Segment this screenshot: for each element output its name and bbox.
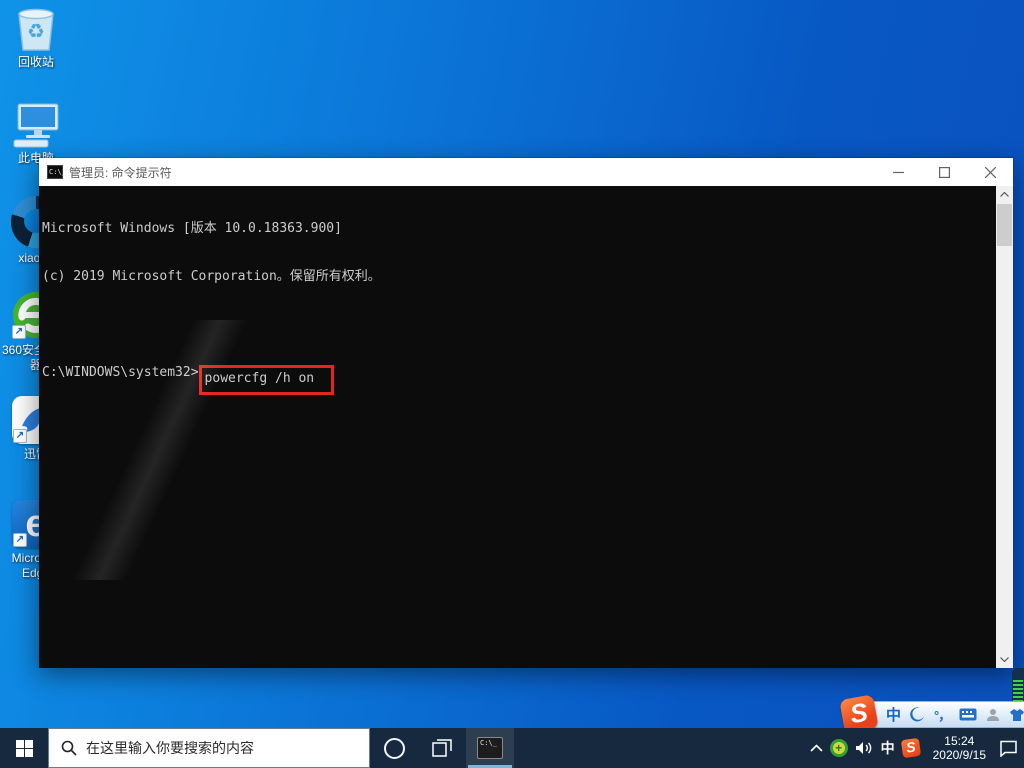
cmd-taskbar-icon: C:\_ [477, 737, 503, 759]
svg-text:♻: ♻ [27, 21, 45, 43]
ime-chinese-mode-button[interactable]: 中 [886, 704, 901, 725]
window-title: 管理员: 命令提示符 [69, 164, 172, 181]
recycle-bin-icon: ♻ [14, 4, 58, 52]
cortana-button[interactable] [370, 728, 418, 768]
sogou-input-toolbar: S 中 °， [845, 701, 1024, 728]
console-line: (c) 2019 Microsoft Corporation。保留所有权利。 [42, 269, 996, 285]
search-placeholder: 在这里输入你要搜索的内容 [86, 738, 254, 758]
minimize-button[interactable] [875, 158, 921, 186]
scroll-down-icon[interactable] [996, 651, 1013, 668]
taskbar-search-input[interactable]: 在这里输入你要搜索的内容 [48, 728, 370, 768]
shortcut-arrow-icon: ↗ [13, 533, 27, 547]
windows-logo-icon [16, 740, 33, 757]
search-icon [61, 740, 77, 756]
punctuation-mode-button[interactable]: °， [934, 705, 950, 724]
tray-time: 15:24 [933, 734, 986, 748]
console-prompt-line: C:\WINDOWS\system32>powercfg /h on [42, 365, 996, 381]
console-blank-line [42, 317, 996, 333]
tray-sogou-icon[interactable]: S [900, 738, 920, 758]
shortcut-arrow-icon: ↗ [12, 325, 26, 339]
system-tray: + 中 S 15:24 2020/9/15 [810, 728, 1024, 768]
volume-icon[interactable] [855, 740, 874, 756]
task-view-button[interactable] [418, 728, 466, 768]
tray-chevron-up-icon[interactable] [810, 744, 823, 752]
tray-date: 2020/9/15 [933, 748, 986, 762]
cmd-window: C:\_ 管理员: 命令提示符 Microsoft Windows [版本 10… [38, 157, 1014, 667]
shortcut-arrow-icon: ↗ [13, 429, 27, 443]
cortana-icon [384, 738, 405, 759]
close-button[interactable] [967, 158, 1013, 186]
task-view-icon [432, 739, 452, 757]
vertical-scrollbar[interactable] [996, 186, 1013, 668]
this-pc-icon [10, 102, 62, 148]
skin-shirt-icon[interactable] [1009, 708, 1024, 722]
maximize-button[interactable] [921, 158, 967, 186]
desktop-icon-recycle-bin[interactable]: ♻ 回收站 [0, 4, 72, 70]
console-line: Microsoft Windows [版本 10.0.18363.900] [42, 221, 996, 237]
scroll-up-icon[interactable] [996, 186, 1013, 203]
cmd-app-icon: C:\_ [47, 165, 63, 179]
taskbar-cmd-button[interactable]: C:\_ [466, 728, 514, 768]
action-center-icon[interactable] [999, 740, 1018, 757]
console-prompt: C:\WINDOWS\system32> [42, 365, 199, 380]
start-button[interactable] [0, 728, 48, 768]
tray-ime-indicator[interactable]: 中 [881, 738, 895, 758]
desktop-icon-label: 回收站 [0, 55, 72, 70]
scrollbar-thumb[interactable] [997, 204, 1012, 246]
soft-keyboard-icon[interactable] [959, 708, 977, 721]
moon-icon[interactable] [910, 707, 925, 722]
taskbar-clock[interactable]: 15:24 2020/9/15 [927, 734, 992, 762]
highlighted-command: powercfg /h on [199, 365, 335, 395]
cmd-titlebar[interactable]: C:\_ 管理员: 命令提示符 [39, 158, 1013, 186]
console-output[interactable]: Microsoft Windows [版本 10.0.18363.900] (c… [39, 186, 996, 668]
account-icon[interactable] [986, 708, 1000, 722]
tray-360-icon[interactable]: + [830, 739, 848, 757]
taskbar: 在这里输入你要搜索的内容 C:\_ + 中 S 15:24 2020/9/15 [0, 728, 1024, 768]
